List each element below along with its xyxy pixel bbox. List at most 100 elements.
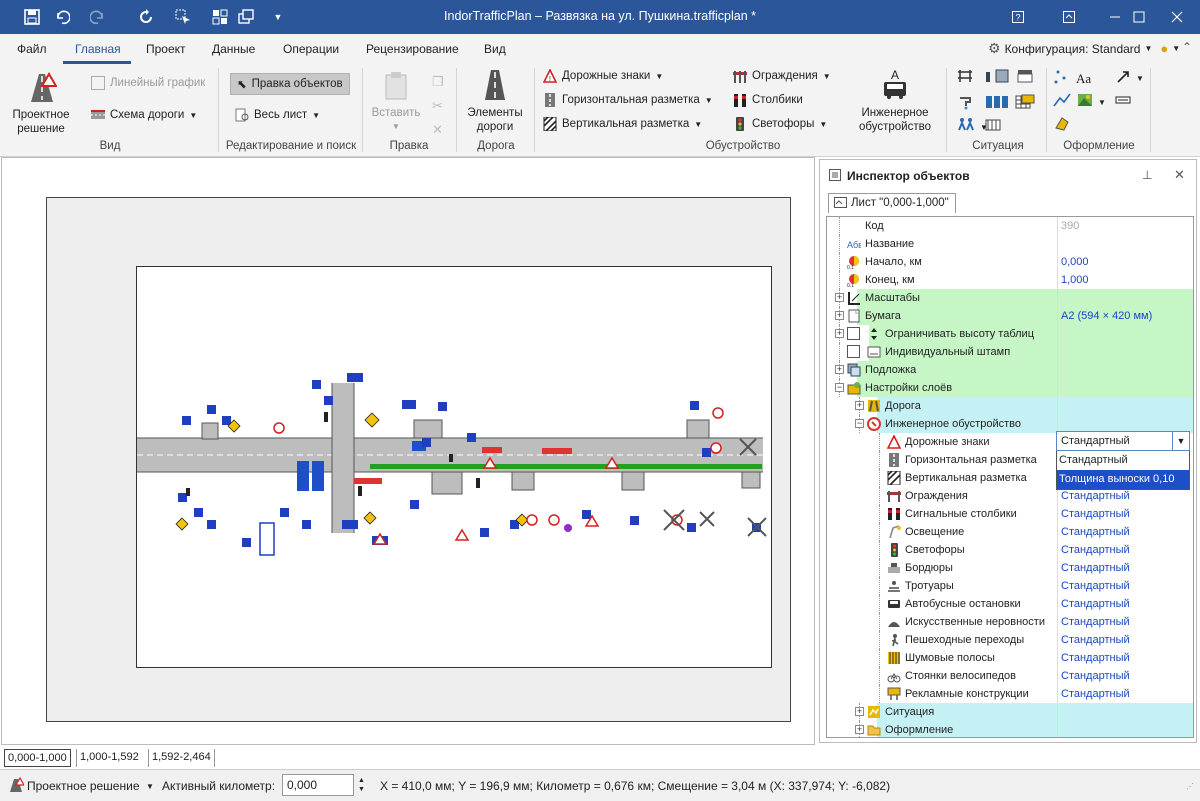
expand-toggle-icon[interactable]: + xyxy=(835,293,844,302)
expand-toggle-icon[interactable]: + xyxy=(835,311,844,320)
horizontal-marking-button[interactable]: Горизонтальная разметка ▼ xyxy=(543,93,713,107)
sheet-tab-active[interactable]: 0,000-1,000 xyxy=(4,749,71,767)
property-row[interactable]: Тротуары Стандартный xyxy=(827,577,1193,595)
project-solution-button[interactable]: Проектное решение xyxy=(8,70,74,136)
road-elements-button[interactable]: Элементы дороги xyxy=(462,68,528,134)
posts-button[interactable]: Столбики xyxy=(733,93,803,107)
menu-home[interactable]: Главная xyxy=(75,42,121,56)
arrow-icon[interactable] xyxy=(1117,71,1129,83)
ribbon-display-icon[interactable] xyxy=(1046,0,1092,34)
property-value[interactable]: Стандартный xyxy=(1057,595,1193,613)
chevron-down-icon[interactable]: ▼ xyxy=(1172,432,1189,450)
spinner-icon[interactable]: ▲ ▼ xyxy=(358,776,365,794)
configuration-selector[interactable]: ⚙ Конфигурация: Standard ▼ ● ▼ xyxy=(988,40,1180,57)
cafe-icon[interactable] xyxy=(1017,70,1033,83)
train-icon[interactable] xyxy=(986,96,1008,108)
road-signs-button[interactable]: ! Дорожные знаки ▼ xyxy=(543,69,663,83)
menu-view[interactable]: Вид xyxy=(484,42,506,56)
property-row[interactable]: Стоянки велосипедов Стандартный xyxy=(827,667,1193,685)
delete-icon[interactable]: ✕ xyxy=(432,118,444,142)
fence-post-icon[interactable] xyxy=(985,119,1001,131)
checkbox[interactable] xyxy=(847,345,860,358)
property-row[interactable]: Сигнальные столбики Стандартный xyxy=(827,505,1193,523)
vertical-marking-button[interactable]: Вертикальная разметка ▼ xyxy=(543,117,702,131)
copy-icon[interactable]: ❐ xyxy=(432,70,444,94)
property-value[interactable] xyxy=(1057,721,1193,737)
points-icon[interactable] xyxy=(1054,70,1066,84)
menu-data[interactable]: Данные xyxy=(212,42,255,56)
menu-project[interactable]: Проект xyxy=(146,42,186,56)
expand-toggle-icon[interactable]: + xyxy=(855,707,864,716)
tap-icon[interactable] xyxy=(960,97,971,110)
property-value[interactable]: Стандартный xyxy=(1057,577,1193,595)
property-value[interactable]: Стандартный xyxy=(1057,541,1193,559)
property-row[interactable]: + Подложка xyxy=(827,361,1193,379)
property-row[interactable]: + Ситуация xyxy=(827,703,1193,721)
property-value[interactable]: Стандартный xyxy=(1057,667,1193,685)
insert-button[interactable]: Вставить ▼ xyxy=(368,70,424,134)
property-value[interactable]: A2 (594 × 420 мм) xyxy=(1057,307,1193,325)
line-chart-button[interactable]: Линейный график xyxy=(91,76,205,90)
people-icon[interactable] xyxy=(958,118,974,131)
property-value[interactable] xyxy=(1057,289,1193,307)
property-row[interactable]: − Настройки слоёв xyxy=(827,379,1193,397)
property-row[interactable]: + Дорога xyxy=(827,397,1193,415)
property-value[interactable] xyxy=(1057,235,1193,253)
property-value[interactable]: Стандартный xyxy=(1057,559,1193,577)
property-row[interactable]: Освещение Стандартный xyxy=(827,523,1193,541)
menu-file[interactable]: Файл xyxy=(17,42,47,56)
property-value[interactable]: Стандартный xyxy=(1057,613,1193,631)
polyline-icon[interactable] xyxy=(1053,93,1071,107)
chevron-down-icon[interactable]: ▼ xyxy=(146,782,154,791)
image-icon[interactable] xyxy=(1078,94,1092,106)
tab-sheet[interactable]: Лист "0,000-1,000" xyxy=(828,193,956,213)
property-row[interactable]: Шумовые полосы Стандартный xyxy=(827,649,1193,667)
property-value[interactable]: Стандартный xyxy=(1057,631,1193,649)
expand-toggle-icon[interactable]: + xyxy=(855,401,864,410)
expand-toggle-icon[interactable]: + xyxy=(855,725,864,734)
expand-toggle-icon[interactable]: − xyxy=(855,419,864,428)
expand-toggle-icon[interactable]: + xyxy=(835,329,844,338)
collapse-ribbon-icon[interactable]: ⌃ xyxy=(1182,40,1192,54)
property-value[interactable]: Стандартный xyxy=(1057,685,1193,703)
expand-toggle-icon[interactable]: − xyxy=(835,383,844,392)
property-row[interactable]: Светофоры Стандартный xyxy=(827,541,1193,559)
checkbox[interactable] xyxy=(847,327,860,340)
property-value[interactable] xyxy=(1057,379,1193,397)
billboard-icon[interactable] xyxy=(1021,94,1035,104)
cut-icon[interactable]: ✂ xyxy=(432,94,444,118)
property-value[interactable] xyxy=(1057,397,1193,415)
road-scheme-button[interactable]: Схема дороги ▼ xyxy=(91,108,197,122)
property-row[interactable]: + Масштабы xyxy=(827,289,1193,307)
property-row[interactable]: 0,1 Начало, км 0,000 xyxy=(827,253,1193,271)
property-row[interactable]: Рекламные конструкции Стандартный xyxy=(827,685,1193,703)
resize-grip-icon[interactable]: ⋰ xyxy=(1186,782,1194,791)
property-value[interactable] xyxy=(1057,325,1193,343)
road-plan-drawing[interactable] xyxy=(2,158,814,744)
property-value[interactable] xyxy=(1057,343,1193,361)
dimension-icon[interactable] xyxy=(1115,96,1131,104)
layer-style-select[interactable]: Стандартный ▼ xyxy=(1056,431,1190,451)
property-value[interactable]: Стандартный xyxy=(1057,505,1193,523)
property-row[interactable]: Автобусные остановки Стандартный xyxy=(827,595,1193,613)
drawing-canvas[interactable] xyxy=(1,157,815,745)
property-row[interactable]: + Оформление xyxy=(827,721,1193,737)
property-value[interactable]: Стандартный xyxy=(1057,649,1193,667)
mode-selector[interactable]: Проектное решение xyxy=(27,779,140,793)
close-icon[interactable]: ✕ xyxy=(1174,167,1185,183)
traffic-lights-button[interactable]: Светофоры ▼ xyxy=(733,117,827,131)
menu-operations[interactable]: Операции xyxy=(283,42,339,56)
edit-objects-button[interactable]: ⬉ Правка объектов xyxy=(230,73,350,95)
property-value[interactable] xyxy=(1057,361,1193,379)
text-icon[interactable]: Aa xyxy=(1076,71,1091,86)
building-icon[interactable] xyxy=(986,69,1009,83)
active-km-input[interactable]: 0,000 xyxy=(282,774,354,796)
whole-sheet-button[interactable]: Весь лист ▼ xyxy=(235,108,320,122)
pin-icon[interactable]: ⊥ xyxy=(1142,168,1152,182)
property-row[interactable]: Пешеходные переходы Стандартный xyxy=(827,631,1193,649)
property-row[interactable]: + Ограничивать высоту таблиц xyxy=(827,325,1193,343)
sheet-tab[interactable]: 1,592-2,464 xyxy=(148,749,215,767)
property-row[interactable]: Индивидуальный штамп xyxy=(827,343,1193,361)
property-row[interactable]: Абв Название xyxy=(827,235,1193,253)
property-value[interactable]: 0,000 xyxy=(1057,253,1193,271)
